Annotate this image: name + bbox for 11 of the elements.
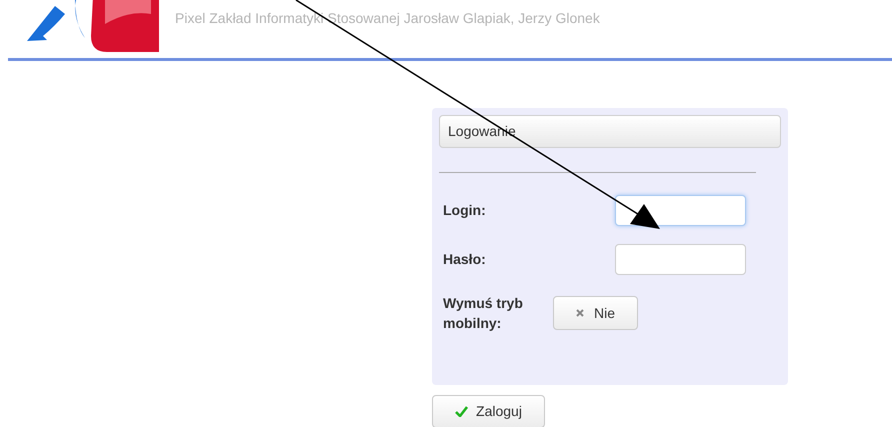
login-button[interactable]: Zaloguj — [432, 395, 545, 427]
site-subtitle: Pixel Zakład Informatyki Stosowanej Jarosław Glapiak, Jerzy Glonek — [175, 9, 600, 28]
input-field[interactable] — [615, 195, 746, 226]
mobile-toggle[interactable]: Nie — [553, 296, 638, 330]
input-field[interactable] — [615, 244, 746, 275]
check-icon — [455, 406, 468, 417]
field-label: Wymuś tryb mobilny: — [442, 294, 524, 333]
cross-icon — [576, 309, 584, 317]
field-label: Login: — [442, 201, 487, 220]
logo-icon — [25, 0, 161, 52]
field-label: Hasło: — [442, 250, 487, 269]
